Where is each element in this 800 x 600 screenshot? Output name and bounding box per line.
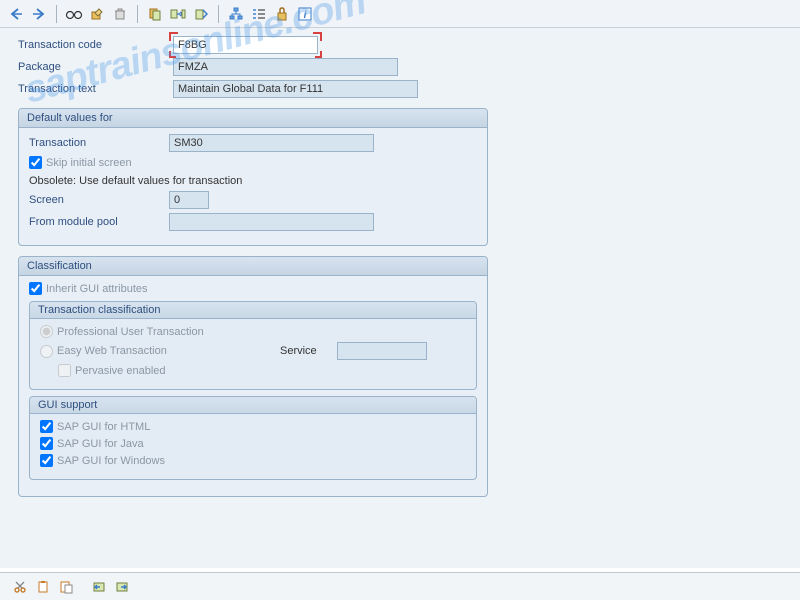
gui-html-checkbox[interactable] [40, 420, 53, 433]
default-transaction-label: Transaction [29, 137, 169, 149]
default-transaction-input[interactable] [169, 134, 374, 152]
skip-initial-label: Skip initial screen [46, 157, 132, 169]
glasses-icon[interactable] [64, 4, 84, 24]
gui-support-group: GUI support SAP GUI for HTML SAP GUI for… [29, 396, 477, 480]
cut-icon[interactable] [10, 577, 30, 597]
pervasive-checkbox [58, 364, 71, 377]
classification-title: Classification [19, 257, 487, 276]
package-label: Package [18, 61, 173, 73]
copy-clipboard-icon[interactable] [33, 577, 53, 597]
forward-icon[interactable] [29, 4, 49, 24]
screen-label: Screen [29, 194, 169, 206]
default-values-group: Default values for Transaction Skip init… [18, 108, 488, 246]
from-module-pool-input[interactable] [169, 213, 374, 231]
skip-initial-checkbox[interactable] [29, 156, 42, 169]
redo-icon[interactable] [113, 577, 133, 597]
service-label: Service [280, 345, 317, 357]
inherit-gui-checkbox[interactable] [29, 282, 42, 295]
classification-group: Classification Inherit GUI attributes Tr… [18, 256, 488, 497]
transaction-code-label: Transaction code [18, 39, 173, 51]
transaction-code-input[interactable] [173, 36, 318, 54]
gui-windows-label: SAP GUI for Windows [57, 455, 165, 467]
inherit-gui-label: Inherit GUI attributes [46, 283, 148, 295]
service-input [337, 342, 427, 360]
lock-icon[interactable] [272, 4, 292, 24]
transaction-text-input[interactable] [173, 80, 418, 98]
list-icon[interactable] [249, 4, 269, 24]
professional-radio [40, 325, 53, 338]
gui-java-checkbox[interactable] [40, 437, 53, 450]
main-toolbar: i [0, 0, 800, 28]
gui-html-label: SAP GUI for HTML [57, 421, 150, 433]
transaction-classification-title: Transaction classification [30, 302, 476, 319]
from-module-pool-label: From module pool [29, 216, 169, 228]
obsolete-text: Obsolete: Use default values for transac… [29, 175, 242, 187]
default-values-title: Default values for [19, 109, 487, 128]
gui-support-title: GUI support [30, 397, 476, 414]
rename-icon[interactable] [168, 4, 188, 24]
content-area: Transaction code Package Transaction tex… [0, 28, 800, 568]
display-change-icon[interactable] [87, 4, 107, 24]
easy-web-radio [40, 345, 53, 358]
transaction-text-label: Transaction text [18, 83, 173, 95]
transaction-classification-group: Transaction classification Professional … [29, 301, 477, 390]
screen-input[interactable] [169, 191, 209, 209]
delete-icon[interactable] [110, 4, 130, 24]
pervasive-label: Pervasive enabled [75, 365, 166, 377]
undo-icon[interactable] [90, 577, 110, 597]
svg-text:i: i [304, 10, 307, 21]
reassign-icon[interactable] [191, 4, 211, 24]
gui-java-label: SAP GUI for Java [57, 438, 144, 450]
gui-windows-checkbox[interactable] [40, 454, 53, 467]
info-icon[interactable]: i [295, 4, 315, 24]
back-icon[interactable] [6, 4, 26, 24]
professional-label: Professional User Transaction [57, 326, 204, 338]
copy-icon[interactable] [145, 4, 165, 24]
package-input[interactable] [173, 58, 398, 76]
hierarchy-icon[interactable] [226, 4, 246, 24]
paste-icon[interactable] [56, 577, 76, 597]
bottom-toolbar [0, 572, 800, 600]
easy-web-label: Easy Web Transaction [57, 345, 167, 357]
